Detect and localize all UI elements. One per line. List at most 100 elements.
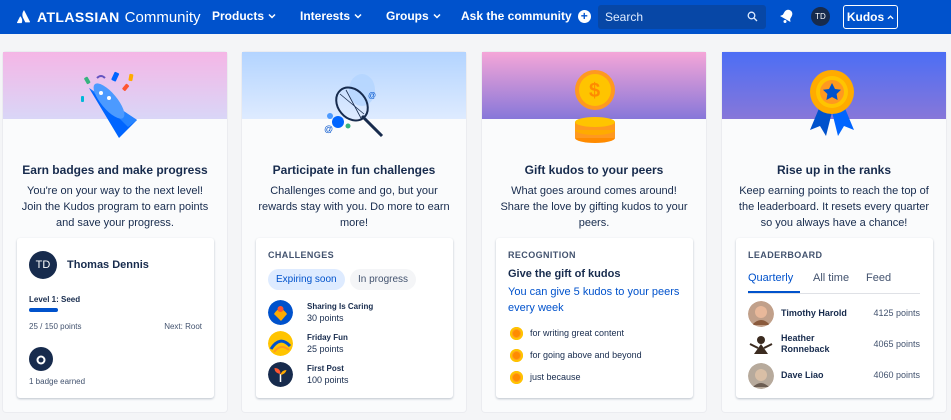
- kudos-reason-label: just because: [530, 372, 581, 382]
- leaderboard-tabs: Quarterly All time Feed: [748, 272, 920, 294]
- coin-stack-icon: $: [575, 70, 615, 143]
- coin-icon: [510, 326, 523, 340]
- leaderboard-row[interactable]: Heather Ronneback 4065 points: [748, 332, 920, 358]
- leader-name: Heather Ronneback: [781, 333, 830, 354]
- tab-expiring-soon[interactable]: Expiring soon: [268, 269, 345, 290]
- active-tab-indicator: [748, 291, 800, 293]
- leaderboard-card: Rise up in the ranks Keep earning points…: [722, 52, 946, 412]
- card-description: What goes around comes around! Share the…: [500, 185, 688, 229]
- next-level: Next: Root: [164, 322, 202, 331]
- atlassian-logo-icon: [16, 10, 31, 24]
- panel-header: LEADERBOARD: [748, 250, 823, 260]
- svg-text:$: $: [589, 80, 600, 102]
- party-popper-icon: [81, 71, 137, 138]
- kudos-reason-label: for going above and beyond: [530, 350, 642, 360]
- ask-community-label: Ask the community: [461, 9, 572, 23]
- kudos-reason: just because: [510, 370, 581, 384]
- leader-name: Timothy Harold: [781, 308, 847, 318]
- user-avatar[interactable]: TD: [811, 7, 830, 26]
- recognition-panel: RECOGNITION Give the gift of kudos You c…: [496, 238, 693, 398]
- card-description: You're on your way to the next level! Jo…: [21, 185, 209, 229]
- kudos-card: $ Gift kudos to your peers What goes aro…: [482, 52, 706, 412]
- top-nav: ATLASSIAN Community Products Interests G…: [0, 0, 951, 34]
- chevron-down-icon: [433, 13, 441, 19]
- card-title: Gift kudos to your peers: [524, 163, 664, 177]
- svg-text:@: @: [368, 91, 376, 100]
- challenge-item[interactable]: First Post 100 points: [268, 361, 349, 387]
- card-description: Challenges come and go, but your rewards…: [258, 185, 450, 229]
- tab-feed[interactable]: Feed: [866, 272, 891, 284]
- nav-groups[interactable]: Groups: [386, 9, 441, 23]
- product-name: Community: [124, 8, 201, 26]
- search-icon[interactable]: [747, 11, 758, 22]
- chevron-up-icon: [887, 14, 894, 19]
- chevron-down-icon: [354, 13, 362, 19]
- challenge-title: First Post: [307, 363, 344, 373]
- search-input[interactable]: [605, 10, 743, 24]
- nav-interests-label: Interests: [300, 9, 351, 23]
- nav-products[interactable]: Products: [212, 9, 276, 23]
- tab-quarterly[interactable]: Quarterly: [748, 272, 793, 284]
- leader-name: Dave Liao: [781, 370, 824, 380]
- sprout-icon: [268, 361, 293, 387]
- challenge-title: Sharing Is Caring: [307, 301, 374, 311]
- ask-community-link[interactable]: Ask the community +: [461, 9, 591, 23]
- level-label: Level 1: Seed: [29, 295, 81, 304]
- recognition-heading: Give the gift of kudos: [508, 268, 621, 280]
- leader-points: 4065 points: [873, 339, 920, 349]
- panel-header: RECOGNITION: [508, 250, 576, 260]
- award-ribbon-icon: [810, 70, 854, 136]
- profile-name[interactable]: Thomas Dennis: [67, 259, 149, 271]
- level-progress-bar: [29, 308, 203, 312]
- leaderboard-row[interactable]: Dave Liao 4060 points: [748, 363, 920, 389]
- plus-circle-icon: +: [577, 9, 591, 23]
- brand-name: ATLASSIAN: [37, 9, 120, 25]
- coin-icon: [510, 348, 523, 362]
- notifications-bell-icon[interactable]: [779, 8, 795, 24]
- kudos-reason: for writing great content: [510, 326, 624, 340]
- nav-interests[interactable]: Interests: [300, 9, 362, 23]
- kudos-button-label: Kudos: [846, 10, 885, 24]
- card-title: Participate in fun challenges: [272, 163, 436, 177]
- coin-icon: [510, 370, 523, 384]
- kudos-reason: for going above and beyond: [510, 348, 642, 362]
- card-description: Keep earning points to reach the top of …: [738, 185, 930, 229]
- tab-in-progress[interactable]: In progress: [350, 269, 417, 290]
- card-title: Earn badges and make progress: [22, 163, 208, 177]
- challenge-item[interactable]: Sharing Is Caring 30 points: [268, 299, 373, 325]
- challenges-panel: CHALLENGES Expiring soon In progress Sha…: [256, 238, 453, 398]
- challenge-points: 30 points: [307, 312, 344, 323]
- heart-hands-icon: [268, 299, 293, 325]
- seed-badge-icon[interactable]: [29, 347, 53, 371]
- svg-text:@: @: [324, 124, 333, 134]
- avatar[interactable]: [748, 363, 774, 389]
- leaderboard-panel: LEADERBOARD Quarterly All time Feed Timo…: [736, 238, 933, 398]
- nav-products-label: Products: [212, 9, 265, 23]
- chevron-down-icon: [268, 13, 276, 19]
- nav-groups-label: Groups: [386, 9, 429, 23]
- challenge-title: Friday Fun: [307, 332, 348, 342]
- leaderboard-row[interactable]: Timothy Harold 4125 points: [748, 301, 920, 327]
- racket-icon: @ @: [324, 74, 384, 138]
- level-progress-fill: [29, 308, 58, 312]
- challenge-item[interactable]: Friday Fun 25 points: [268, 330, 348, 356]
- leader-points: 4060 points: [873, 370, 920, 380]
- profile-avatar[interactable]: TD: [29, 251, 57, 279]
- points-progress: 25 / 150 points: [29, 322, 82, 331]
- challenge-points: 100 points: [307, 374, 349, 385]
- badges-earned: 1 badge earned: [29, 377, 86, 386]
- badges-card: Earn badges and make progress You're on …: [3, 52, 227, 412]
- progress-panel: TD Thomas Dennis Level 1: Seed 25 / 150 …: [17, 238, 214, 398]
- tab-all-time[interactable]: All time: [813, 272, 849, 284]
- avatar[interactable]: [748, 332, 774, 358]
- card-title: Rise up in the ranks: [776, 163, 892, 177]
- avatar[interactable]: [748, 301, 774, 327]
- leader-points: 4125 points: [873, 308, 920, 318]
- atlassian-community-logo[interactable]: ATLASSIAN Community: [16, 7, 201, 27]
- challenge-points: 25 points: [307, 343, 344, 354]
- kudos-reason-label: for writing great content: [530, 328, 625, 338]
- recognition-subheading: You can give 5 kudos to your peers every…: [508, 286, 680, 314]
- search-box[interactable]: [598, 5, 766, 29]
- panel-header: CHALLENGES: [268, 250, 335, 260]
- kudos-menu-button[interactable]: Kudos: [843, 5, 898, 29]
